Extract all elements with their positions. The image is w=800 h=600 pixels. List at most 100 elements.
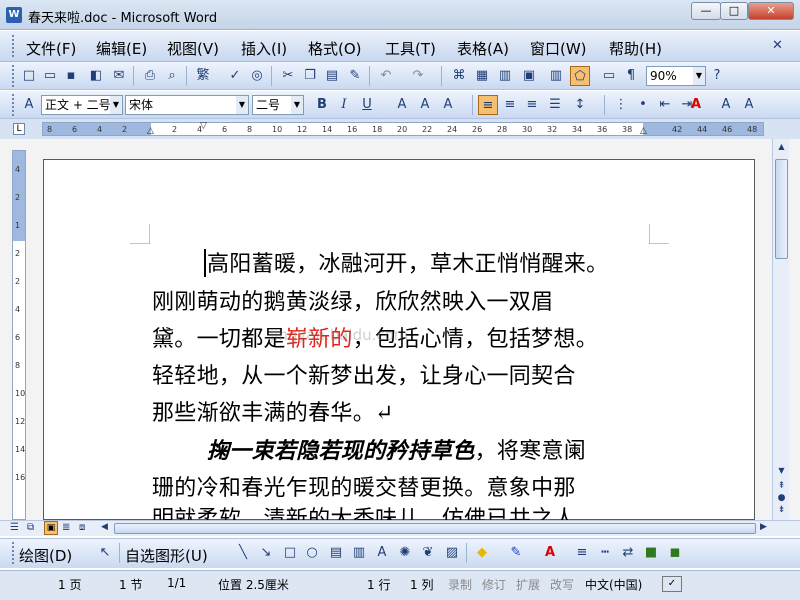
insert-table-icon[interactable]: ▥ (495, 66, 515, 86)
redo-icon[interactable]: ↷ (408, 66, 428, 86)
maximize-button[interactable]: □ (720, 2, 748, 20)
fill-color-icon[interactable]: ◆ (472, 543, 492, 563)
styles-formatting-icon[interactable]: A (19, 95, 39, 115)
outline-view-icon[interactable]: ≣ (62, 522, 70, 533)
menu-format[interactable]: 格式(O) (308, 38, 362, 59)
autoshapes-menu[interactable]: 自选图形(U) (125, 545, 208, 566)
minimize-button[interactable]: — (691, 2, 721, 20)
shadow-style-icon[interactable]: ■ (641, 543, 661, 563)
menu-view[interactable]: 视图(V) (167, 38, 219, 59)
doc-line[interactable]: 那些渐欲丰满的春华。↵ (152, 395, 394, 432)
line-style-icon[interactable]: ≡ (572, 543, 592, 563)
doc-line[interactable]: 刚刚萌动的鹅黄淡绿，欣欣然映入一双眉 (152, 284, 553, 321)
menu-help[interactable]: 帮助(H) (609, 38, 662, 59)
style-combo[interactable]: 正文 + 二号 ▼ (41, 95, 123, 115)
underline-icon[interactable]: U (357, 95, 377, 115)
zoom-combo[interactable]: 90% ▼ (646, 66, 706, 86)
document-map-icon[interactable]: ▭ (599, 66, 619, 86)
scroll-right-icon[interactable]: ▶ (760, 522, 767, 532)
align-right-icon[interactable]: ≡ (522, 95, 542, 115)
chevron-down-icon[interactable]: ▼ (110, 96, 122, 114)
doc-line[interactable]: 轻轻地，从一个新梦出发，让身心一同契合 (152, 358, 576, 395)
grow-font-icon[interactable]: A (716, 95, 736, 115)
menu-table[interactable]: 表格(A) (457, 38, 509, 59)
menu-file[interactable]: 文件(F) (26, 38, 76, 59)
email-icon[interactable]: ✉ (109, 66, 129, 86)
doc-line[interactable]: 高阳蓄暖，冰融河开，草木正悄悄醒来。 (207, 246, 608, 283)
character-shading-icon[interactable]: A (415, 95, 435, 115)
tables-borders-icon[interactable]: ▦ (472, 66, 492, 86)
chevron-down-icon[interactable]: ▼ (291, 96, 303, 114)
wordart-icon[interactable]: A (372, 543, 392, 563)
scroll-left-icon[interactable]: ◀ (101, 522, 108, 532)
toolbar-grip[interactable] (12, 65, 15, 87)
line-spacing-icon[interactable]: ↕ (570, 95, 590, 115)
clip-art-icon[interactable]: ❦ (418, 543, 438, 563)
distributed-icon[interactable]: ☰ (545, 95, 565, 115)
cut-icon[interactable]: ✂ (278, 66, 298, 86)
scroll-down-icon[interactable]: ▼ (775, 464, 788, 478)
web-layout-view-icon[interactable]: ⧉ (27, 522, 34, 533)
select-browse-object-icon[interactable]: ● (775, 492, 788, 504)
numbering-icon[interactable]: ⋮ (611, 95, 631, 115)
reading-layout-icon[interactable]: ⧈ (79, 522, 85, 533)
columns-icon[interactable]: ▥ (546, 66, 566, 86)
chinese-conversion-icon[interactable]: 繁 (193, 66, 213, 86)
status-overtype[interactable]: 改写 (550, 576, 574, 593)
font-color-icon[interactable]: A (540, 543, 560, 563)
save-icon[interactable]: ▪ (61, 66, 81, 86)
font-combo[interactable]: 宋体 ▼ (125, 95, 249, 115)
menu-tools[interactable]: 工具(T) (385, 38, 436, 59)
doc-line-partial[interactable]: 明就柔软，清新的大香味儿，仿佛已共之人 (152, 505, 576, 520)
horizontal-ruler[interactable]: 8 6 4 2 2 4 6 8 10 12 14 16 18 20 22 24 26 28 30 32 34 36 38 42… (42, 121, 764, 136)
bold-icon[interactable]: B (312, 95, 332, 115)
text-box-icon[interactable]: ▤ (326, 543, 346, 563)
status-extend[interactable]: 扩展 (516, 576, 540, 593)
print-preview-icon[interactable]: ⌕ (162, 66, 182, 86)
permission-icon[interactable]: ◧ (86, 66, 106, 86)
vertical-scrollbar[interactable]: ▲ ▼ ⇞ ● ⇟ (772, 139, 789, 520)
arrow-tool-icon[interactable]: ↘ (256, 543, 276, 563)
print-icon[interactable]: ⎙ (140, 66, 160, 86)
character-scaling-icon[interactable]: A (438, 95, 458, 115)
word-app-icon[interactable]: W (6, 7, 22, 23)
italic-icon[interactable]: I (334, 95, 354, 115)
drawing-toggle-icon[interactable]: ⬠ (570, 66, 590, 86)
character-border-icon[interactable]: A (392, 95, 412, 115)
paste-icon[interactable]: ▤ (322, 66, 342, 86)
hscroll-thumb[interactable] (114, 523, 756, 534)
doc-line[interactable]: 珊的冷和春光乍现的暖交替更换。意象中那 (152, 470, 576, 507)
tab-selector-icon[interactable]: L (13, 123, 25, 135)
toolbar-grip[interactable] (12, 94, 15, 116)
shrink-font-icon[interactable]: A (739, 95, 759, 115)
hanging-indent-marker[interactable]: △ (147, 126, 154, 136)
menu-grip[interactable] (12, 35, 15, 57)
spelling-icon[interactable]: ✓ (225, 66, 245, 86)
line-color-icon[interactable]: ✎ (506, 543, 526, 563)
next-page-icon[interactable]: ⇟ (775, 504, 788, 516)
previous-page-icon[interactable]: ⇞ (775, 480, 788, 492)
close-document-icon[interactable]: ✕ (772, 38, 783, 53)
oval-tool-icon[interactable]: ○ (302, 543, 322, 563)
scroll-thumb[interactable] (775, 159, 788, 259)
undo-icon[interactable]: ↶ (376, 66, 396, 86)
select-objects-icon[interactable]: ↖ (95, 543, 115, 563)
3d-style-icon[interactable]: ◼ (665, 543, 685, 563)
help-icon[interactable]: ? (707, 66, 727, 86)
font-color-icon[interactable]: A (686, 95, 706, 115)
right-indent-marker[interactable]: △ (640, 126, 647, 136)
vertical-ruler[interactable]: 4 2 1 2 2 4 6 8 10 12 14 16 (12, 150, 26, 520)
hyperlink-icon[interactable]: ⌘ (449, 66, 469, 86)
chevron-down-icon[interactable]: ▼ (693, 67, 705, 85)
normal-view-icon[interactable]: ☰ (10, 522, 19, 533)
menu-edit[interactable]: 编辑(E) (96, 38, 147, 59)
arrow-style-icon[interactable]: ⇄ (618, 543, 638, 563)
research-icon[interactable]: ◎ (247, 66, 267, 86)
show-hide-icon[interactable]: ¶ (621, 66, 641, 86)
insert-picture-icon[interactable]: ▨ (442, 543, 462, 563)
line-tool-icon[interactable]: ╲ (233, 543, 253, 563)
close-button[interactable]: ✕ (748, 2, 794, 20)
insert-excel-icon[interactable]: ▣ (519, 66, 539, 86)
horizontal-scrollbar[interactable]: ☰ ⧉ ▣ ≣ ⧈ ◀ ▶ (0, 520, 800, 536)
new-document-icon[interactable]: □ (19, 66, 39, 86)
